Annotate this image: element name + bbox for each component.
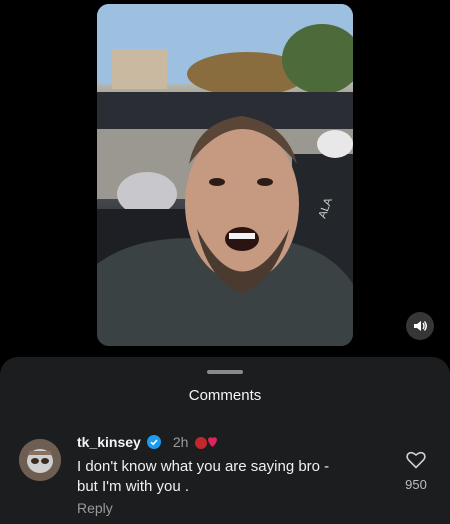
comments-sheet: Comments tk_kinsey 2h I don't know what … <box>0 357 450 524</box>
comment-text-line-1: I don't know what you are saying bro - <box>77 458 330 475</box>
heart-outline-icon[interactable] <box>406 451 426 469</box>
avatar-image <box>19 439 61 481</box>
video-frame: ALA <box>97 4 353 346</box>
video-player[interactable]: ALA <box>97 4 353 346</box>
reply-button[interactable]: Reply <box>77 500 113 516</box>
avatar[interactable] <box>19 439 61 481</box>
boxing-glove-heart-icon <box>195 437 218 449</box>
comment-text-line-2: but I'm with you . <box>77 478 190 495</box>
volume-icon <box>414 321 427 331</box>
comment-time: 2h <box>172 434 189 450</box>
volume-button[interactable] <box>406 312 434 340</box>
comment-username[interactable]: tk_kinsey <box>77 434 141 450</box>
drag-handle[interactable] <box>207 370 243 374</box>
like-count: 950 <box>405 477 427 492</box>
comment-text: I don't know what you are saying bro - b… <box>77 457 377 497</box>
verified-badge-icon <box>146 435 161 449</box>
sheet-title: Comments <box>188 387 262 404</box>
comment-header: tk_kinsey 2h <box>77 434 218 450</box>
